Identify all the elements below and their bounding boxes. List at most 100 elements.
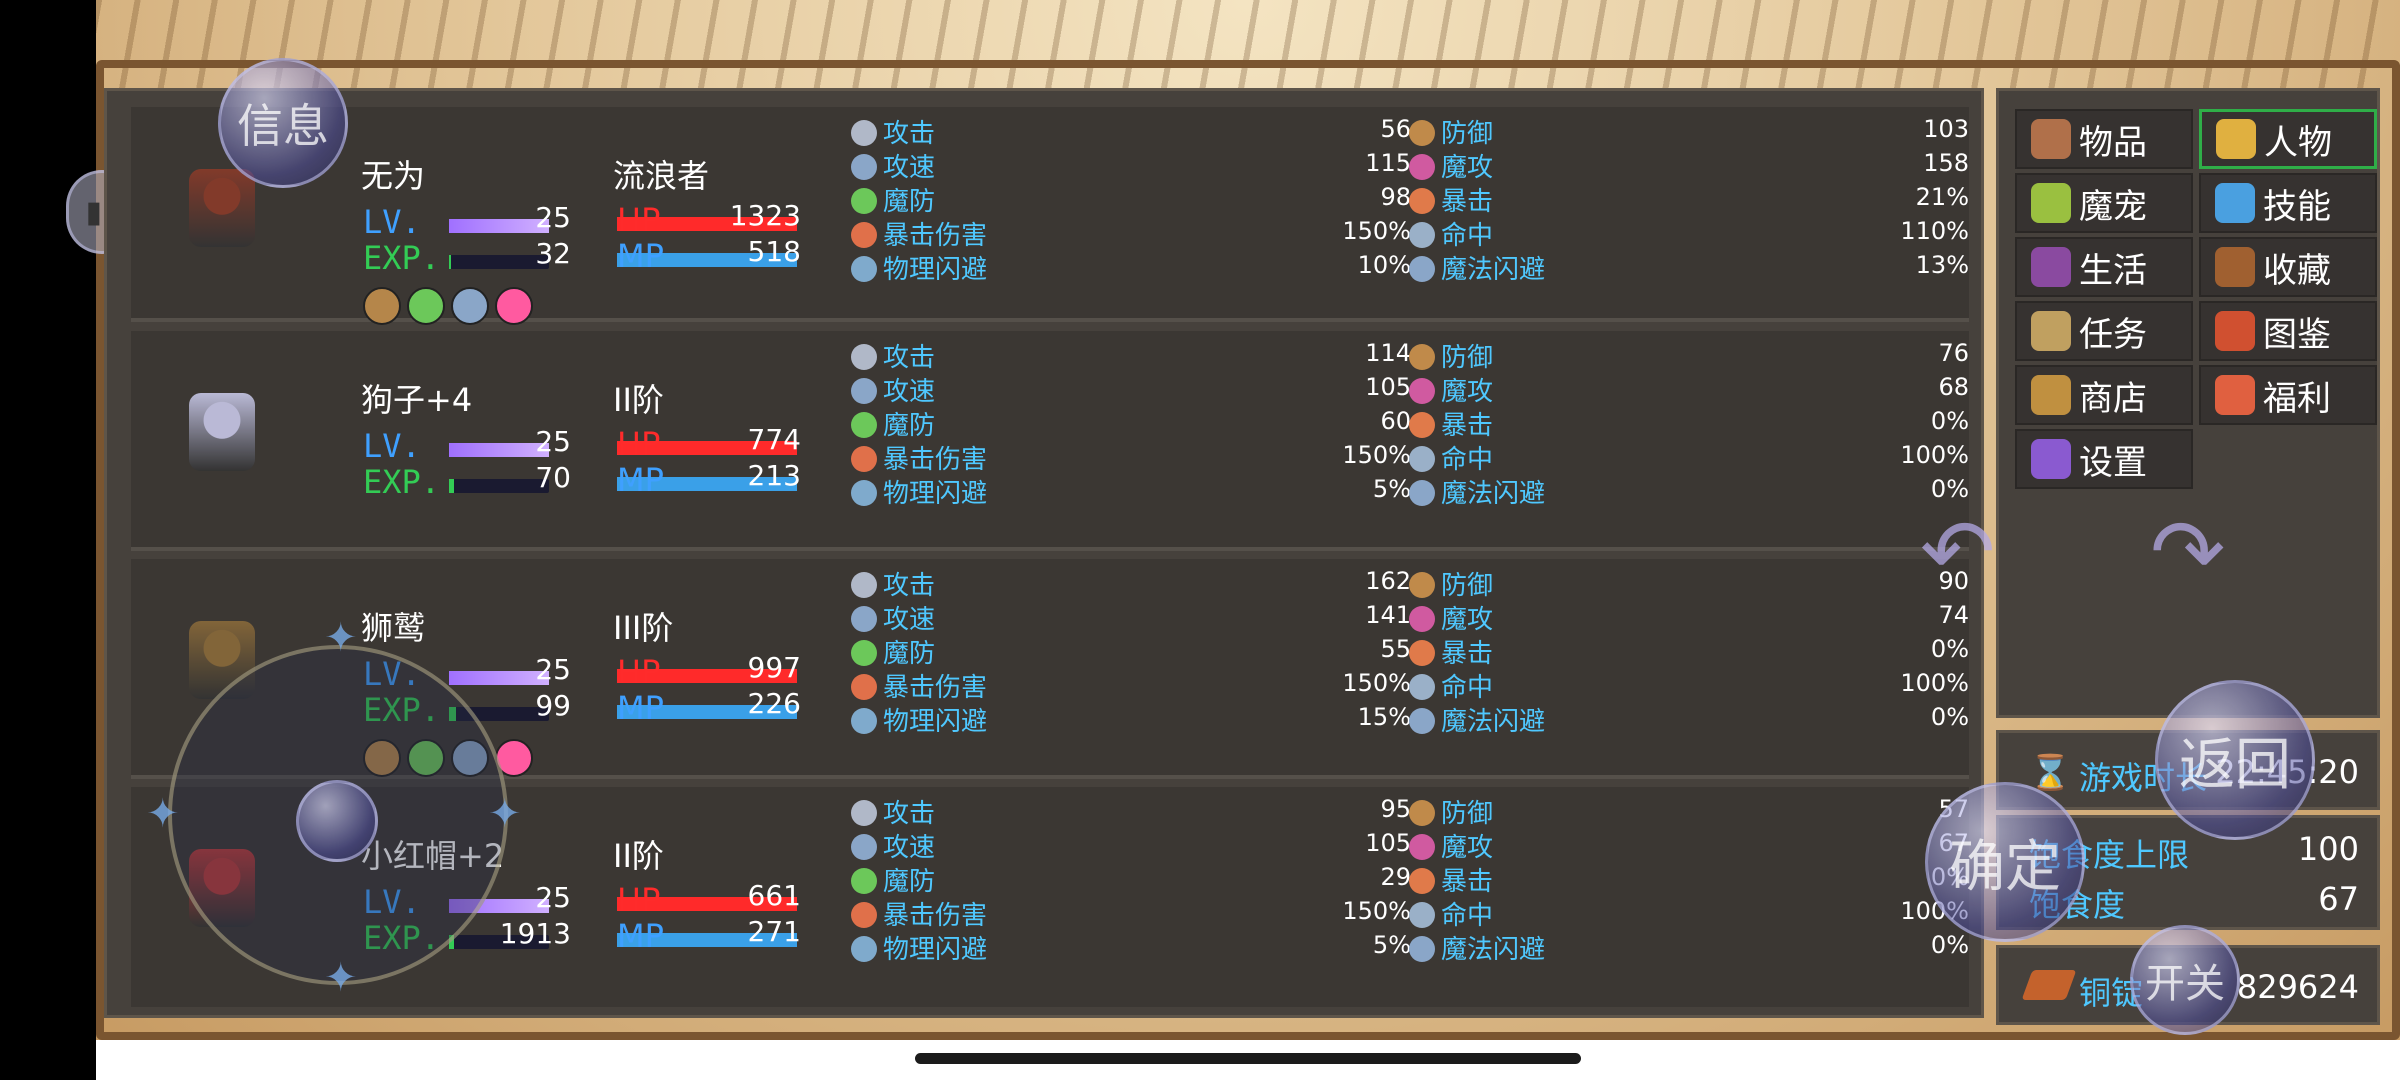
magic-defense-icon	[851, 640, 877, 666]
stat-label-text: 物理闪避	[883, 935, 988, 965]
sword-icon	[851, 572, 877, 598]
magic-attack-icon	[1409, 606, 1435, 632]
stat-value: 162	[1365, 567, 1411, 595]
stat-label-text: 命中	[1441, 221, 1494, 251]
menu-quest-button[interactable]: 任务	[2015, 301, 2193, 361]
confirm-button[interactable]: 确定	[1925, 782, 2085, 942]
stat-value: 13%	[1915, 251, 1969, 279]
menu-gift-button[interactable]: 福利	[2199, 365, 2377, 425]
heart-buff-icon[interactable]	[495, 287, 533, 325]
speed-icon	[851, 834, 877, 860]
stat-label-text: 攻击	[883, 571, 936, 601]
joystick-knob[interactable]	[296, 780, 378, 862]
stat-value: 100%	[1900, 669, 1969, 697]
menu-skill-button[interactable]: 技能	[2199, 173, 2377, 233]
menu-label: 收藏	[2263, 250, 2331, 291]
character-row[interactable]: 无为 LV. 25 EXP. 32 流浪者 HP 1323 MP 518 攻击 …	[131, 107, 1969, 325]
mp-value: 518	[747, 235, 801, 268]
stat-label: 防御	[1409, 337, 1493, 374]
menu-bag-button[interactable]: 物品	[2015, 109, 2193, 169]
magic-dodge-icon	[1409, 256, 1435, 282]
stat-label: 命中	[1409, 439, 1493, 476]
stat-value: 150%	[1342, 669, 1411, 697]
character-class: II阶	[613, 381, 664, 419]
hit-icon	[1409, 674, 1435, 700]
stat-label: 防御	[1409, 565, 1493, 602]
stat-label: 命中	[1409, 667, 1493, 704]
stat-label-text: 暴击	[1441, 867, 1494, 897]
menu-book-button[interactable]: 图鉴	[2199, 301, 2377, 361]
stat-label: 攻击	[851, 565, 935, 602]
stat-label: 魔攻	[1409, 147, 1493, 184]
menu-collection-button[interactable]: 收藏	[2199, 237, 2377, 297]
stat-label-text: 暴击伤害	[883, 901, 988, 931]
info-button[interactable]: 信息	[218, 58, 348, 188]
egg-icon	[2031, 183, 2071, 223]
hit-icon	[1409, 446, 1435, 472]
stat-value: 0%	[1930, 475, 1969, 503]
menu-label: 设置	[2079, 442, 2147, 483]
gift-icon	[2215, 375, 2255, 415]
speed-buff-icon[interactable]	[451, 287, 489, 325]
mp-label: MP	[617, 237, 664, 275]
stat-label: 魔防	[851, 181, 935, 218]
menu-character-button[interactable]: 人物	[2199, 109, 2377, 169]
stat-label: 魔法闪避	[1409, 929, 1545, 966]
collection-icon	[2215, 247, 2255, 287]
back-button[interactable]: 返回	[2155, 680, 2315, 840]
mp-label: MP	[617, 461, 664, 499]
crit-icon	[1409, 640, 1435, 666]
magic-dodge-icon	[1409, 936, 1435, 962]
stat-value: 56	[1380, 115, 1411, 143]
info-button-label: 信息	[237, 99, 329, 153]
shield-buff-icon[interactable]	[363, 287, 401, 325]
skill-icon	[2215, 183, 2255, 223]
magic-attack-icon	[1409, 378, 1435, 404]
toggle-button[interactable]: 开关	[2130, 925, 2240, 1035]
stat-value: 110%	[1900, 217, 1969, 245]
stat-label-text: 攻击	[883, 343, 936, 373]
menu-shop-button[interactable]: 商店	[2015, 365, 2193, 425]
stat-value: 0%	[1930, 703, 1969, 731]
stat-label-text: 暴击	[1441, 411, 1494, 441]
stat-label-text: 攻速	[883, 833, 936, 863]
speed-icon	[851, 606, 877, 632]
menu-settings-button[interactable]: 设置	[2015, 429, 2193, 489]
character-class: III阶	[613, 609, 674, 647]
stat-value: 0%	[1930, 407, 1969, 435]
hp-label: HP	[617, 425, 661, 463]
stat-label-text: 魔防	[883, 867, 936, 897]
prev-page-arrow[interactable]: ↶	[1920, 500, 1995, 605]
heal-buff-icon[interactable]	[407, 287, 445, 325]
satiety-value: 67	[2318, 880, 2359, 918]
stat-label: 暴击	[1409, 633, 1493, 670]
quest-icon	[2031, 311, 2071, 351]
stat-label: 魔防	[851, 405, 935, 442]
stat-value: 150%	[1342, 897, 1411, 925]
next-page-arrow[interactable]: ↷	[2150, 500, 2225, 605]
menu-life-button[interactable]: 生活	[2015, 237, 2193, 297]
copper-ingot-icon	[2021, 970, 2077, 1000]
magic-defense-icon	[851, 188, 877, 214]
stat-label: 攻击	[851, 113, 935, 150]
home-indicator[interactable]	[915, 1053, 1581, 1064]
stat-label: 魔防	[851, 633, 935, 670]
stat-label-text: 防御	[1441, 343, 1494, 373]
stat-label-text: 魔防	[883, 411, 936, 441]
stat-label-text: 物理闪避	[883, 707, 988, 737]
menu-egg-button[interactable]: 魔宠	[2015, 173, 2193, 233]
character-row[interactable]: 狗子+4 LV. 25 EXP. 70 II阶 HP 774 MP 213 攻击…	[131, 331, 1969, 551]
crit-icon	[1409, 188, 1435, 214]
stat-label-text: 暴击	[1441, 187, 1494, 217]
magic-attack-icon	[1409, 834, 1435, 860]
stat-label-text: 暴击伤害	[883, 221, 988, 251]
stat-label-text: 魔法闪避	[1441, 479, 1546, 509]
stat-label-text: 暴击伤害	[883, 673, 988, 703]
stat-value: 100%	[1900, 441, 1969, 469]
stat-value: 5%	[1372, 931, 1411, 959]
hit-icon	[1409, 902, 1435, 928]
stat-label-text: 魔攻	[1441, 153, 1494, 183]
magic-defense-icon	[851, 868, 877, 894]
shield-icon	[1409, 800, 1435, 826]
menu-label: 技能	[2263, 186, 2331, 227]
